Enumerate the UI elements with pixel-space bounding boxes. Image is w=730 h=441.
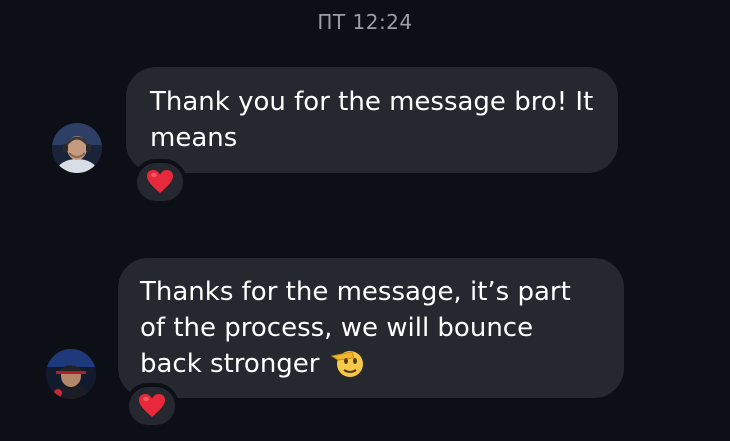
saluting-face-emoji [330,346,366,388]
message-text: Thank you for the message bro! It means [150,87,602,153]
reaction-badge[interactable] [133,159,187,205]
sender-avatar[interactable] [52,123,102,173]
reaction-badge[interactable] [125,383,179,429]
message-bubble[interactable]: Thanks for the message, it’s part of the… [118,258,624,398]
user-avatar-cap-icon [46,349,96,399]
message-bubble[interactable]: Thank you for the message bro! It means [126,67,618,173]
red-heart-icon [147,170,173,193]
user-avatar-headset-icon [52,123,102,173]
red-heart-icon [139,394,165,417]
sender-avatar[interactable] [46,349,96,399]
message-timestamp: ПТ 12:24 [317,10,413,34]
